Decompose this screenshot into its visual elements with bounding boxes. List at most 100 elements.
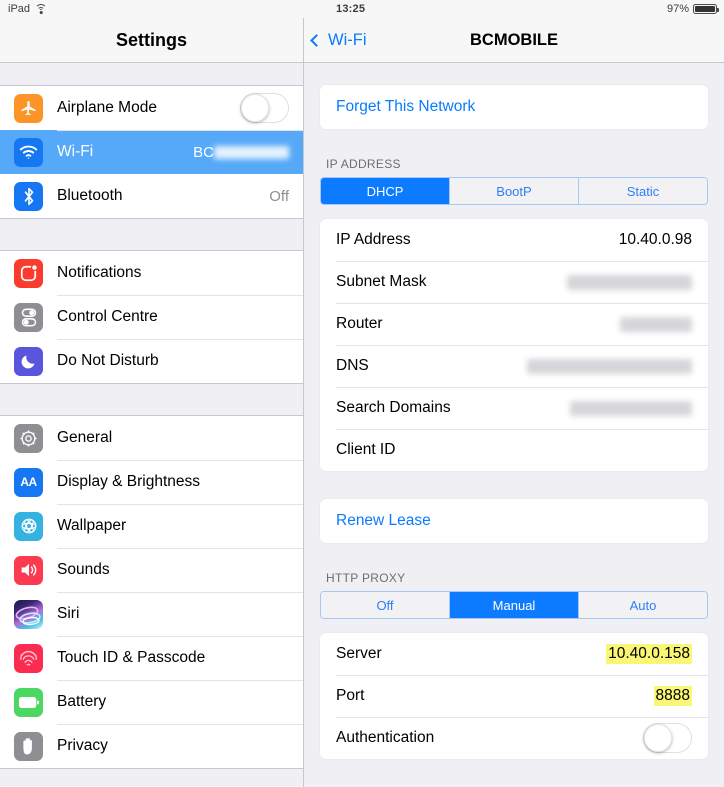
authentication-toggle[interactable] bbox=[643, 723, 692, 753]
sidebar-item-label: Display & Brightness bbox=[57, 473, 201, 490]
status-bar: iPad 13:25 97% bbox=[0, 0, 724, 18]
row-value-redacted bbox=[567, 274, 692, 290]
sidebar-item-control-centre[interactable]: Control Centre bbox=[0, 295, 303, 339]
sidebar-header: Settings bbox=[0, 18, 303, 63]
sidebar-item-privacy[interactable]: Privacy bbox=[0, 724, 303, 768]
back-button[interactable]: Wi-Fi bbox=[310, 30, 367, 50]
proxy-port-value[interactable]: 8888 bbox=[653, 686, 692, 706]
row-client-id[interactable]: Client ID bbox=[320, 429, 708, 471]
detail-spacer bbox=[304, 471, 724, 499]
sidebar-item-label: Do Not Disturb bbox=[57, 352, 159, 369]
bluetooth-state-value: Off bbox=[269, 187, 289, 205]
row-label: DNS bbox=[336, 357, 369, 374]
back-button-label: Wi-Fi bbox=[328, 30, 367, 49]
forget-network-card: Forget This Network bbox=[320, 85, 708, 129]
row-proxy-authentication[interactable]: Authentication bbox=[320, 717, 708, 759]
wifi-icon bbox=[35, 4, 48, 14]
detail-spacer bbox=[304, 543, 724, 571]
renew-lease-button[interactable]: Renew Lease bbox=[320, 499, 708, 543]
status-bar-right: 97% bbox=[666, 3, 719, 15]
sidebar-spacer bbox=[0, 63, 303, 85]
battery-icon bbox=[693, 4, 719, 14]
sidebar-item-do-not-disturb[interactable]: Do Not Disturb bbox=[0, 339, 303, 383]
network-detail-panel: Wi-Fi BCMOBILE Forget This Network IP AD… bbox=[304, 0, 724, 787]
sidebar-item-touch-id-passcode[interactable]: Touch ID & Passcode bbox=[0, 636, 303, 680]
segment-static[interactable]: Static bbox=[579, 178, 707, 204]
display-brightness-icon: AA bbox=[14, 467, 43, 497]
bluetooth-icon bbox=[14, 181, 43, 211]
sidebar-item-sounds[interactable]: Sounds bbox=[0, 548, 303, 592]
detail-spacer bbox=[304, 129, 724, 157]
detail-header: Wi-Fi BCMOBILE bbox=[304, 18, 724, 63]
row-ip-address[interactable]: IP Address 10.40.0.98 bbox=[320, 219, 708, 261]
sidebar-item-airplane-mode[interactable]: Airplane Mode bbox=[0, 86, 303, 130]
sidebar-scroll-area[interactable]: Airplane Mode Wi-Fi BC Bluetooth Off Not… bbox=[0, 63, 303, 786]
sidebar-item-label: Control Centre bbox=[57, 308, 158, 325]
detail-scroll-area[interactable]: Forget This Network IP ADDRESS DHCP Boot… bbox=[304, 63, 724, 786]
row-router[interactable]: Router bbox=[320, 303, 708, 345]
detail-spacer bbox=[304, 759, 724, 781]
sidebar-item-wifi[interactable]: Wi-Fi BC bbox=[0, 130, 303, 174]
ip-address-card: IP Address 10.40.0.98 Subnet Mask Router… bbox=[320, 219, 708, 471]
sidebar-item-battery[interactable]: Battery bbox=[0, 680, 303, 724]
sidebar-item-label: Sounds bbox=[57, 561, 110, 578]
row-dns[interactable]: DNS bbox=[320, 345, 708, 387]
row-value-redacted bbox=[527, 358, 692, 374]
segment-bootp[interactable]: BootP bbox=[450, 178, 579, 204]
row-subnet-mask[interactable]: Subnet Mask bbox=[320, 261, 708, 303]
segment-off[interactable]: Off bbox=[321, 592, 450, 618]
sidebar-group-notifications: Notifications Control Centre Do Not Dist… bbox=[0, 250, 303, 384]
segment-manual[interactable]: Manual bbox=[450, 592, 579, 618]
gear-icon bbox=[14, 423, 43, 453]
row-label: Port bbox=[336, 687, 365, 704]
device-label: iPad bbox=[8, 3, 31, 15]
row-proxy-port[interactable]: Port 8888 bbox=[320, 675, 708, 717]
ip-address-segmented-control[interactable]: DHCP BootP Static bbox=[320, 177, 708, 205]
row-proxy-server[interactable]: Server 10.40.0.158 bbox=[320, 633, 708, 675]
sidebar-item-notifications[interactable]: Notifications bbox=[0, 251, 303, 295]
sidebar-item-label: General bbox=[57, 429, 113, 446]
http-proxy-card: Server 10.40.0.158 Port 8888 Authenticat… bbox=[320, 633, 708, 759]
status-bar-left: iPad bbox=[8, 3, 48, 15]
detail-spacer bbox=[304, 205, 724, 219]
sidebar-item-label: Privacy bbox=[57, 737, 108, 754]
sidebar-item-label: Siri bbox=[57, 605, 80, 622]
proxy-server-value[interactable]: 10.40.0.158 bbox=[606, 644, 692, 664]
http-proxy-segmented-control[interactable]: Off Manual Auto bbox=[320, 591, 708, 619]
airplane-icon bbox=[14, 93, 43, 123]
ipad-settings-screen: iPad 13:25 97% Settings Airplane Mode Wi… bbox=[0, 0, 724, 787]
sidebar-group-system: General AA Display & Brightness Wallpape… bbox=[0, 415, 303, 769]
sidebar-item-label: Wallpaper bbox=[57, 517, 127, 534]
row-search-domains[interactable]: Search Domains bbox=[320, 387, 708, 429]
sidebar-item-label: Battery bbox=[57, 693, 107, 710]
segment-auto[interactable]: Auto bbox=[579, 592, 707, 618]
sidebar-item-siri[interactable]: Siri bbox=[0, 592, 303, 636]
airplane-mode-toggle[interactable] bbox=[240, 93, 289, 123]
touch-id-icon bbox=[14, 643, 43, 673]
row-label: Subnet Mask bbox=[336, 273, 427, 290]
sidebar-item-general[interactable]: General bbox=[0, 416, 303, 460]
battery-percent-label: 97% bbox=[666, 3, 689, 15]
row-label: Authentication bbox=[336, 729, 435, 746]
segment-dhcp[interactable]: DHCP bbox=[321, 178, 450, 204]
row-label: Router bbox=[336, 315, 383, 332]
row-value-redacted bbox=[620, 316, 692, 332]
do-not-disturb-icon bbox=[14, 346, 43, 376]
sounds-icon bbox=[14, 555, 43, 585]
sidebar-item-label: Airplane Mode bbox=[57, 99, 157, 116]
privacy-hand-icon bbox=[14, 731, 43, 761]
detail-title: BCMOBILE bbox=[470, 30, 558, 49]
sidebar-item-bluetooth[interactable]: Bluetooth Off bbox=[0, 174, 303, 218]
settings-sidebar: Settings Airplane Mode Wi-Fi BC Bluetoot… bbox=[0, 0, 304, 787]
row-label: Server bbox=[336, 645, 382, 662]
sidebar-item-wallpaper[interactable]: Wallpaper bbox=[0, 504, 303, 548]
sidebar-spacer bbox=[0, 769, 303, 786]
siri-icon bbox=[14, 599, 43, 629]
row-value-redacted bbox=[570, 400, 692, 416]
wifi-network-value-redacted bbox=[214, 146, 289, 160]
control-centre-icon bbox=[14, 302, 43, 332]
forget-this-network-button[interactable]: Forget This Network bbox=[320, 85, 708, 129]
sidebar-group-connectivity: Airplane Mode Wi-Fi BC Bluetooth Off bbox=[0, 85, 303, 219]
sidebar-item-display-brightness[interactable]: AA Display & Brightness bbox=[0, 460, 303, 504]
detail-spacer bbox=[304, 619, 724, 633]
